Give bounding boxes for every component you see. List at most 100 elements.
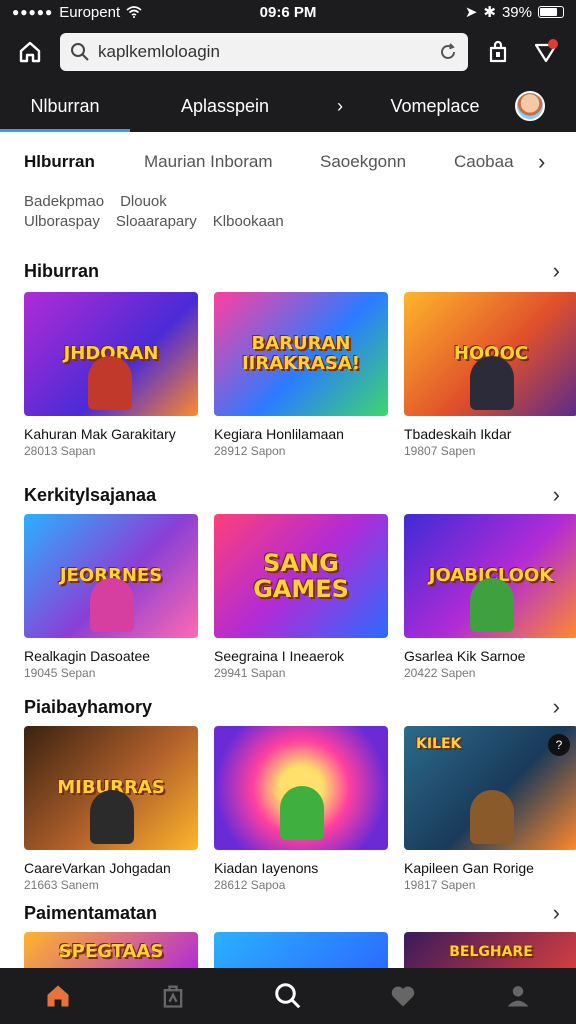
home-button[interactable] xyxy=(12,34,48,70)
character-figure xyxy=(90,578,134,632)
subcategory-link[interactable]: Ulboraspay xyxy=(24,212,100,232)
app-thumbnail: JOABICLOOK xyxy=(404,514,576,638)
section-header: Paimentamatan › xyxy=(24,900,560,926)
app-name: Kegiara Honlilamaan xyxy=(214,426,344,442)
category-row: Hlburran Maurian Inboram Saoekgonn Caoba… xyxy=(0,140,576,184)
thumbnail-art-text: BELGHARE xyxy=(449,944,533,960)
clock: 09:6 PM xyxy=(259,3,317,21)
bag-button[interactable] xyxy=(480,34,516,70)
app-name: CaareVarkan Johgadan xyxy=(24,860,171,876)
help-icon[interactable]: ? xyxy=(548,734,570,756)
app-card[interactable]: SPEGTAAS xyxy=(24,932,198,972)
app-name: Gsarlea Kik Sarnoe xyxy=(404,648,526,664)
card-row: JHDORAN Kahuran Mak Garakitary 28013 Sap… xyxy=(24,292,576,458)
location-icon: ➤ xyxy=(464,4,478,21)
nav-home[interactable] xyxy=(36,974,80,1018)
section-header: Kerkitylsajanaa › xyxy=(24,482,560,508)
app-card[interactable]: KILEK ? Kapileen Gan Rorige 19817 Sapen xyxy=(404,726,576,892)
section-title: Paimentamatan xyxy=(24,902,158,923)
app-card[interactable]: JEORRNES Realkagin Dasoatee 19045 Sepan xyxy=(24,514,198,680)
tab-nlburran[interactable]: Nlburran xyxy=(0,80,130,132)
nav-favorites[interactable] xyxy=(381,974,425,1018)
app-card[interactable]: JHDORAN Kahuran Mak Garakitary 28013 Sap… xyxy=(24,292,198,458)
search-input[interactable] xyxy=(98,42,430,62)
app-thumbnail: BARURAN IIRAKRASA! xyxy=(214,292,388,416)
search-icon xyxy=(71,43,89,61)
card-row: JEORRNES Realkagin Dasoatee 19045 Sepan … xyxy=(24,514,576,680)
profile-icon xyxy=(507,986,529,1007)
nav-profile[interactable] xyxy=(496,974,540,1018)
app-thumbnail: SANG GAMES xyxy=(214,514,388,638)
refresh-icon[interactable] xyxy=(438,42,458,62)
app-card[interactable]: BELGHARE xyxy=(404,932,576,972)
tab-aplasspein[interactable]: Aplasspein xyxy=(130,80,320,132)
character-figure xyxy=(470,578,514,632)
app-meta: 19045 Sepan xyxy=(24,666,96,680)
category-chip[interactable]: Maurian Inboram xyxy=(144,152,320,172)
app-thumbnail: KILEK ? xyxy=(404,726,576,850)
app-card[interactable]: MIBURRAS CaareVarkan Johgadan 21663 Sane… xyxy=(24,726,198,892)
app-meta: 20422 Sapen xyxy=(404,666,476,680)
character-figure xyxy=(280,786,324,840)
app-name: Kahuran Mak Garakitary xyxy=(24,426,176,442)
tab-label: Nlburran xyxy=(30,95,100,116)
subcategory-link[interactable]: Sloaarapary xyxy=(116,212,197,232)
app-card[interactable]: SANG GAMES Seegraina I Ineaerok 29941 Sa… xyxy=(214,514,388,680)
category-chip[interactable]: Hlburran xyxy=(24,152,144,172)
character-figure xyxy=(90,790,134,844)
heart-icon xyxy=(391,986,415,1007)
thumbnail-art-text: KILEK xyxy=(416,736,462,752)
notification-badge xyxy=(548,39,558,49)
library-icon xyxy=(163,985,183,1008)
subcategory-link[interactable]: Dlouok xyxy=(120,192,167,212)
wifi-icon xyxy=(126,6,142,18)
notifications-button[interactable] xyxy=(528,34,564,70)
app-name: Seegraina I Ineaerok xyxy=(214,648,344,664)
bottom-nav xyxy=(0,968,576,1024)
app-thumbnail: JEORRNES xyxy=(24,514,198,638)
app-card[interactable] xyxy=(214,932,388,972)
character-figure xyxy=(470,356,514,410)
app-name: Realkagin Dasoatee xyxy=(24,648,151,664)
chevron-right-icon[interactable]: › xyxy=(553,482,560,508)
category-chip[interactable]: Saoekgonn xyxy=(320,152,454,172)
top-tabs: Nlburran Aplasspein › Vomeplace xyxy=(0,80,576,132)
carrier-label: Europent xyxy=(59,3,121,21)
status-bar: ●●●●● Europent 09:6 PM ➤ ✱ 39% xyxy=(0,0,576,24)
chevron-right-icon[interactable]: › xyxy=(553,258,560,284)
app-card[interactable]: HOOOC Tbadeskaih Ikdar 19807 Sapen xyxy=(404,292,576,458)
thumbnail-art-text: SPEGTAAS xyxy=(58,941,164,962)
section-title: Kerkitylsajanaa xyxy=(24,484,157,505)
chevron-right-icon[interactable]: › xyxy=(553,694,560,720)
bag-icon xyxy=(489,40,507,63)
app-thumbnail xyxy=(214,932,388,972)
app-card[interactable]: BARURAN IIRAKRASA! Kegiara Honlilamaan 2… xyxy=(214,292,388,458)
tab-label: Vomeplace xyxy=(390,95,480,116)
home-icon xyxy=(47,985,69,1007)
tab-scroll-button[interactable]: › xyxy=(320,80,360,132)
search-box[interactable] xyxy=(60,33,468,71)
section-header: Piaibayhamory › xyxy=(24,694,560,720)
nav-library[interactable] xyxy=(151,974,195,1018)
profile-avatar-button[interactable] xyxy=(510,80,550,132)
app-card[interactable]: Kiadan Iayenons 28612 Sapoa xyxy=(214,726,388,892)
subcategory-link[interactable]: Klbookaan xyxy=(213,212,284,232)
app-thumbnail: BELGHARE xyxy=(404,932,576,972)
thumbnail-art-text: SANG GAMES xyxy=(253,549,349,603)
tab-vomeplace[interactable]: Vomeplace xyxy=(360,80,510,132)
chevron-right-icon[interactable]: › xyxy=(538,149,545,175)
thumbnail-art-text: BARURAN IIRAKRASA! xyxy=(241,333,361,374)
section-title: Piaibayhamory xyxy=(24,696,153,717)
app-name: Tbadeskaih Ikdar xyxy=(404,426,512,442)
card-row: SPEGTAAS BELGHARE xyxy=(24,932,576,972)
section-header: Hiburran › xyxy=(24,258,560,284)
tab-label: Aplasspein xyxy=(180,95,270,116)
app-thumbnail: HOOOC xyxy=(404,292,576,416)
app-card[interactable]: JOABICLOOK Gsarlea Kik Sarnoe 20422 Sape… xyxy=(404,514,576,680)
app-meta: 21663 Sanem xyxy=(24,878,99,892)
chevron-right-icon[interactable]: › xyxy=(553,900,560,926)
subcategory-link[interactable]: Badekpmao xyxy=(24,192,104,212)
nav-search[interactable] xyxy=(266,974,310,1018)
category-chip[interactable]: Caobaa xyxy=(454,152,538,172)
search-header xyxy=(0,24,576,80)
